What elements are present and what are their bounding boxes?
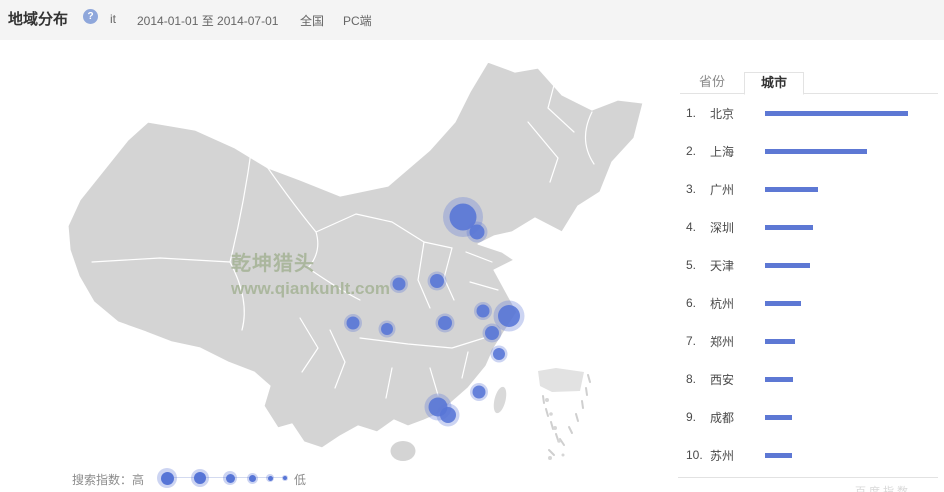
city-index-bar [765,149,867,154]
rank-number: 5. [686,258,710,272]
map-bubble [470,225,485,240]
map-bubble [493,348,505,360]
city-index-bar [765,301,801,306]
map-bubble [430,274,444,288]
map-bubble [485,326,499,340]
page: 地域分布 ? it 2014-01-01 至 2014-07-01 全国 PC端 [0,0,944,492]
legend-circle [191,469,209,487]
city-name: 成都 [710,409,765,426]
city-index-bar [765,111,908,116]
rank-number: 8. [686,372,710,386]
city-rank-row: 6.杭州 [678,284,940,322]
city-index-bar [765,339,795,344]
city-name: 杭州 [710,295,765,312]
legend-circle [282,475,288,481]
city-name: 上海 [710,143,765,160]
legend-circle [223,471,237,485]
legend-circle [266,474,274,482]
legend-circle-core [283,476,287,480]
legend-circle-core [194,472,206,484]
rank-number: 9. [686,410,710,424]
map-bubble [477,305,490,318]
legend-circle-core [226,474,235,483]
taiwan-island [491,386,508,415]
south-sea-islets [545,398,565,460]
map-bubble [473,386,486,399]
rank-number: 3. [686,182,710,196]
city-name: 天津 [710,257,765,274]
legend-circle-core [268,476,273,481]
city-index-bar [765,225,813,230]
city-index-bar [765,377,793,382]
city-rank-row: 10.苏州 [678,436,940,474]
legend-low-label: 低 [294,471,306,488]
city-rank-row: 2.上海 [678,132,940,170]
rank-number: 7. [686,334,710,348]
legend-circle [157,468,177,488]
map-bubble [498,305,520,327]
map-bubble [381,323,393,335]
city-rank-row: 3.广州 [678,170,940,208]
map-bubble [393,278,406,291]
city-index-bar [765,415,792,420]
map-bubble [440,407,456,423]
legend-circle [247,473,258,484]
tab-province[interactable]: 省份 [680,72,744,94]
city-name: 广州 [710,181,765,198]
rank-number: 6. [686,296,710,310]
city-index-bar [765,187,818,192]
city-name: 郑州 [710,333,765,350]
city-name: 西安 [710,371,765,388]
city-rank-row: 9.成都 [678,398,940,436]
city-rank-row: 5.天津 [678,246,940,284]
city-name: 深圳 [710,219,765,236]
rank-number: 1. [686,106,710,120]
legend-circle-core [161,472,174,485]
ranking-tabs: 省份 城市 [680,72,938,94]
city-ranking-list: 1.北京2.上海3.广州4.深圳5.天津6.杭州7.郑州8.西安9.成都10.苏… [678,94,940,474]
hainan-island [391,441,416,461]
city-index-bar [765,453,792,458]
rank-number: 10. [686,448,710,462]
south-sea-landmass [538,368,584,392]
city-rank-row: 8.西安 [678,360,940,398]
rank-number: 2. [686,144,710,158]
city-rank-row: 4.深圳 [678,208,940,246]
legend-circle-core [249,475,256,482]
bottom-divider [678,477,938,478]
map-bubble [347,317,360,330]
footer-partial-text: 百度指数 [855,483,911,492]
legend-label: 搜索指数：高 [72,471,144,488]
city-name: 苏州 [710,447,765,464]
rank-number: 4. [686,220,710,234]
city-rank-row: 1.北京 [678,94,940,132]
city-index-bar [765,263,810,268]
map-bubble [438,316,452,330]
city-name: 北京 [710,105,765,122]
city-rank-row: 7.郑州 [678,322,940,360]
tab-city[interactable]: 城市 [744,72,804,95]
